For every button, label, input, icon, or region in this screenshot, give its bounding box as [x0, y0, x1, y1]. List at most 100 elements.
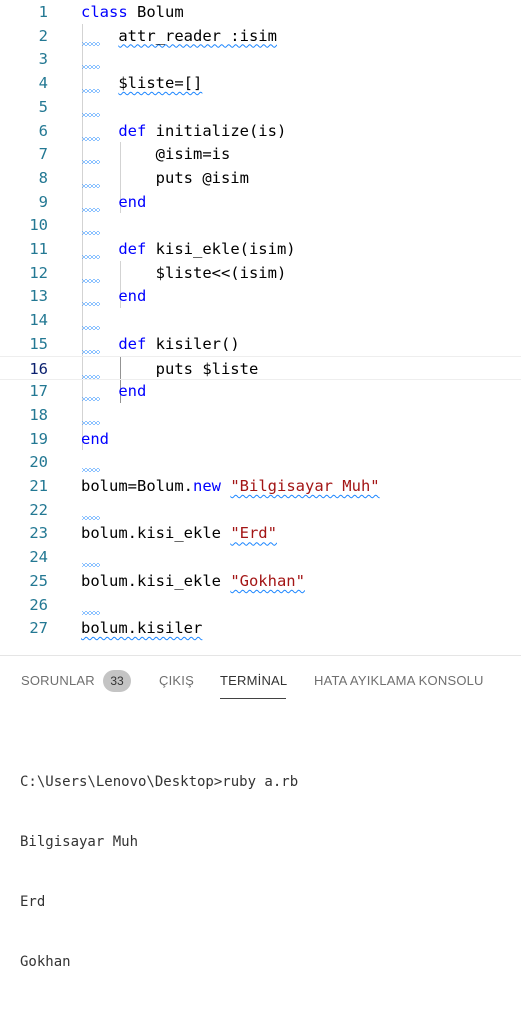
- line-number: 14: [29, 311, 48, 330]
- code-line[interactable]: 5: [0, 95, 521, 119]
- tab-debug-console[interactable]: HATA AYIKLAMA KONSOLU: [314, 673, 484, 688]
- lint-warning-indicator: [82, 468, 100, 473]
- code-line[interactable]: 21 bolum=Bolum.new "Bilgisayar Muh": [0, 474, 521, 498]
- code-token: kisi_ekle(isim): [146, 240, 296, 258]
- code-token: bolum.kisiler: [81, 619, 203, 638]
- active-tab-indicator: [220, 698, 286, 699]
- lint-warning-indicator: [82, 160, 100, 165]
- code-token: kisiler(): [146, 334, 240, 353]
- code-text: class Bolum: [81, 0, 184, 24]
- code-text: $liste<<(isim): [81, 261, 287, 285]
- tab-terminal[interactable]: TERMİNAL: [220, 673, 287, 688]
- code-line[interactable]: 13 end: [0, 284, 521, 308]
- code-line[interactable]: 6 def initialize(is): [0, 119, 521, 143]
- code-token: initialize(is): [146, 121, 287, 140]
- keyword-token: new: [192, 477, 221, 495]
- lint-warning-indicator: [82, 255, 100, 259]
- code-text: def kisi_ekle(isim): [81, 237, 296, 261]
- code-text: puts $liste: [81, 357, 259, 381]
- code-line[interactable]: 8 puts @isim: [0, 166, 521, 190]
- lint-warning-indicator: [82, 207, 100, 212]
- code-line[interactable]: 25 bolum.kisi_ekle "Gokhan": [0, 569, 521, 593]
- lint-warning-indicator: [82, 326, 100, 331]
- code-line[interactable]: 23 bolum.kisi_ekle "Erd": [0, 521, 521, 545]
- bottom-panel: SORUNLAR 33 ÇIKIŞ TERMİNAL HATA AYIKLAMA…: [0, 655, 521, 970]
- line-number: 11: [29, 240, 48, 258]
- line-number: 22: [29, 500, 48, 519]
- code-line[interactable]: 2 attr_reader :isim: [0, 24, 521, 48]
- lint-warning-indicator: [82, 112, 100, 117]
- line-number: 16: [29, 359, 48, 378]
- line-number: 5: [38, 97, 48, 116]
- code-line[interactable]: 1 class Bolum: [0, 0, 521, 24]
- code-token: @isim=is: [81, 145, 231, 164]
- code-token: bolum.kisi_ekle: [81, 571, 231, 590]
- line-number: 8: [38, 168, 48, 187]
- code-line[interactable]: 22: [0, 498, 521, 522]
- code-line[interactable]: 24: [0, 545, 521, 569]
- code-text: puts @isim: [81, 166, 249, 190]
- line-number: 26: [29, 595, 48, 614]
- lint-warning-indicator: [82, 302, 100, 307]
- code-line[interactable]: 16 puts $liste: [0, 355, 521, 381]
- code-line[interactable]: 7 @isim=is: [0, 142, 521, 166]
- lint-warning-indicator: [82, 65, 100, 70]
- line-number: 21: [29, 477, 48, 495]
- keyword-token: end: [118, 192, 147, 211]
- code-line[interactable]: 20: [0, 450, 521, 474]
- code-line[interactable]: 18: [0, 403, 521, 427]
- problems-count-badge: 33: [103, 670, 131, 692]
- code-line[interactable]: 3: [0, 47, 521, 71]
- tab-problems[interactable]: SORUNLAR: [21, 673, 95, 688]
- line-number: 25: [29, 571, 48, 590]
- code-line[interactable]: 11 def kisi_ekle(isim): [0, 237, 521, 261]
- line-number: 12: [29, 263, 48, 282]
- lint-warning-indicator: [82, 349, 100, 354]
- code-text: attr_reader :isim: [81, 24, 277, 48]
- code-line[interactable]: 15 def kisiler(): [0, 332, 521, 356]
- lint-warning-indicator: [82, 278, 100, 283]
- code-text: @isim=is: [81, 142, 231, 166]
- code-token: puts $liste: [81, 359, 259, 378]
- code-line[interactable]: 19 end: [0, 427, 521, 451]
- code-editor[interactable]: 1 class Bolum 2 attr_reader :isim 3 4 $liste…: [0, 0, 521, 655]
- code-line[interactable]: 4 $liste=[]: [0, 71, 521, 95]
- lint-warning-indicator: [82, 41, 100, 46]
- tab-output[interactable]: ÇIKIŞ: [159, 673, 194, 688]
- line-number: 24: [29, 548, 48, 567]
- line-number: 10: [29, 216, 48, 235]
- code-line[interactable]: 26: [0, 593, 521, 617]
- lint-warning-indicator: [82, 563, 100, 568]
- line-number: 18: [29, 405, 48, 424]
- terminal-output[interactable]: C:\Users\Lenovo\Desktop>ruby a.rb Bilgis…: [20, 732, 298, 1012]
- code-line[interactable]: 27 bolum.kisiler: [0, 616, 521, 640]
- code-line[interactable]: 9 end: [0, 190, 521, 214]
- code-token: $liste<<(isim): [81, 263, 287, 282]
- keyword-token: def: [118, 334, 147, 353]
- string-token: "Bilgisayar Muh": [230, 477, 380, 495]
- code-line[interactable]: 14: [0, 308, 521, 332]
- lint-warning-indicator: [82, 89, 100, 94]
- terminal-line: Gokhan: [20, 954, 71, 970]
- keyword-token: end: [81, 429, 109, 448]
- code-line[interactable]: 17 end: [0, 379, 521, 403]
- line-number: 17: [29, 382, 48, 401]
- code-token: attr_reader :isim: [118, 26, 277, 45]
- keyword-token: end: [118, 287, 147, 306]
- line-number: 20: [29, 453, 48, 472]
- line-number: 7: [38, 145, 48, 164]
- code-token: bolum=Bolum.: [81, 477, 193, 495]
- terminal-line: Erd: [20, 894, 46, 910]
- code-text: def kisiler(): [81, 332, 240, 356]
- line-number: 13: [29, 287, 48, 306]
- code-line[interactable]: 10: [0, 213, 521, 237]
- code-line[interactable]: 12 $liste<<(isim): [0, 261, 521, 285]
- line-number: 15: [29, 334, 48, 353]
- code-text: bolum.kisiler: [81, 616, 202, 640]
- line-number: 2: [38, 26, 48, 45]
- lint-warning-indicator: [82, 183, 100, 188]
- code-token: bolum.kisi_ekle: [81, 524, 231, 543]
- terminal-line: Bilgisayar Muh: [20, 834, 139, 850]
- lint-warning-indicator: [82, 515, 100, 520]
